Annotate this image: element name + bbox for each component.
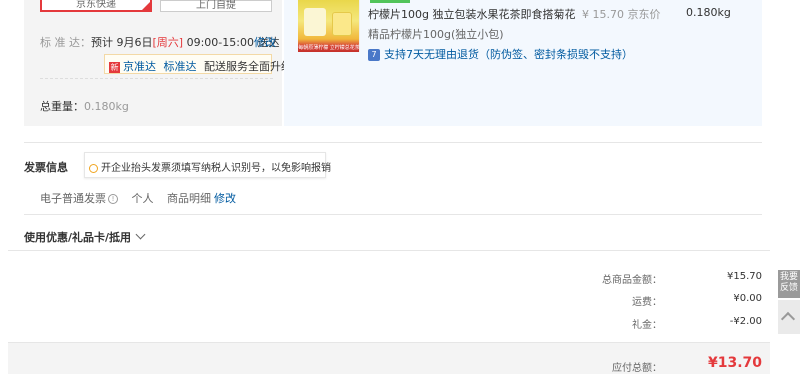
product-pack-side: [332, 12, 352, 36]
back-to-top-button[interactable]: [778, 300, 800, 334]
total-weight-label: 总重量：: [40, 100, 84, 113]
invoice-title: 发票信息: [24, 161, 68, 174]
info-icon[interactable]: !: [108, 194, 118, 204]
return-policy-row: 7 支持7天无理由退货（防伪签、密封条损毁不支持）: [368, 46, 633, 62]
total-weight-value: 0.180kg: [84, 100, 129, 113]
standard-delivery-row: 标 准 达：预计 9月6日[周六] 09:00-15:00 送达: [40, 34, 279, 50]
invoice-tip-text: 开企业抬头发票须填写纳税人识别号，以免影响报销: [101, 163, 331, 174]
selected-corner-icon: [142, 2, 150, 10]
section-divider: [24, 214, 762, 215]
totals-shipping-value: ¥0.00: [733, 293, 762, 304]
product-tag: [370, 0, 410, 3]
product-image-caption: 每朝原薄柠檬 立柠檬总花茶: [298, 45, 360, 51]
delivery-divider: [40, 78, 273, 79]
product-image[interactable]: 每朝原薄柠檬 立柠檬总花茶: [298, 0, 360, 52]
invoice-owner: 个人: [131, 192, 154, 205]
product-price: ¥ 15.70 京东价: [582, 8, 661, 21]
arrow-up-icon: [780, 311, 796, 327]
product-pack-front: [304, 8, 326, 36]
return-policy-text[interactable]: 支持7天无理由退货（防伪签、密封条损毁不支持）: [384, 48, 633, 61]
delivery-panel: 京东快递 上门自提 标 准 达：预计 9月6日[周六] 09:00-15:00 …: [24, 0, 292, 126]
standard-delivery-date: 预计 9月6日: [91, 36, 153, 49]
payable-label: 应付总额：: [612, 363, 662, 374]
feedback-button[interactable]: 我要反馈: [778, 270, 800, 298]
standard-delivery-label: 标 准 达：: [40, 36, 91, 49]
new-icon: 新: [109, 61, 120, 73]
delivery-modify-link[interactable]: 修改: [254, 34, 276, 50]
coupon-toggle[interactable]: 使用优惠/礼品卡/抵用: [24, 229, 146, 245]
product-spec: 精品柠檬片100g(独立小包): [368, 28, 504, 41]
invoice-type: 电子普通发票: [40, 192, 106, 205]
product-weight: 0.180kg: [686, 6, 731, 19]
totals-shipping-label: 运费：: [632, 297, 662, 308]
main-divider: [8, 250, 770, 251]
invoice-details: 电子普通发票! 个人 商品明细: [40, 190, 211, 206]
coupon-title: 使用优惠/礼品卡/抵用: [24, 231, 132, 244]
delivery-option-jd-express[interactable]: 京东快递: [40, 0, 152, 12]
payable-bar: 应付总额： ¥13.70: [8, 342, 770, 374]
badge-upgrade-text: 配送服务全面升级: [204, 60, 292, 73]
totals-goods-label: 总商品金额：: [602, 275, 662, 286]
delivery-option-label: 上门自提: [196, 0, 236, 11]
delivery-upgrade-badge: 新京准达 标准达 配送服务全面升级: [104, 54, 292, 74]
invoice-content: 商品明细: [167, 192, 211, 205]
section-divider: [24, 142, 762, 143]
total-weight-row: 总重量：0.180kg: [40, 98, 129, 114]
totals-gift-label: 礼金：: [632, 320, 662, 331]
chevron-down-icon: [135, 229, 146, 240]
invoice-tip: 开企业抬头发票须填写纳税人识别号，以免影响报销: [84, 152, 331, 178]
invoice-modify-link[interactable]: 修改: [214, 190, 236, 206]
return-policy-icon: 7: [368, 49, 380, 61]
totals-goods-value: ¥15.70: [727, 271, 762, 282]
badge-jingzhunda[interactable]: 京准达: [123, 60, 156, 73]
delivery-option-self-pickup[interactable]: 上门自提: [160, 0, 272, 12]
standard-delivery-weekday: [周六]: [152, 36, 184, 49]
product-title[interactable]: 柠檬片100g 独立包装水果花茶即食搭菊花: [368, 6, 575, 22]
badge-biaozhunda[interactable]: 标准达: [164, 60, 197, 73]
payable-value: ¥13.70: [707, 355, 762, 371]
totals-gift-value: -¥2.00: [729, 316, 762, 327]
lightbulb-icon: [89, 163, 98, 173]
delivery-option-label: 京东快递: [76, 0, 116, 10]
